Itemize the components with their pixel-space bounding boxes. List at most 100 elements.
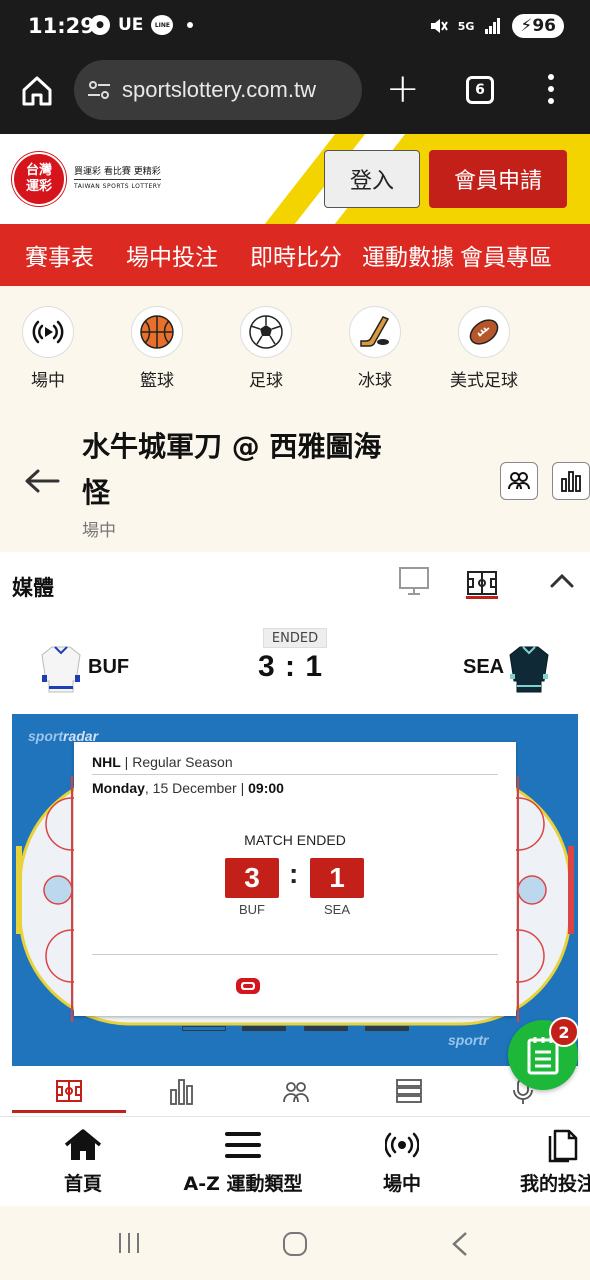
network-label: 5G: [457, 19, 475, 33]
match-tracker-widget[interactable]: sportradar sportr NHL | Regular Season M…: [12, 714, 578, 1066]
stats-button[interactable]: [552, 462, 590, 500]
recent-apps-icon[interactable]: [116, 1230, 142, 1256]
replay-icon[interactable]: [235, 977, 261, 995]
match-time: 09:00: [248, 780, 284, 796]
bottom-nav-label: 我的投注: [520, 1173, 590, 1195]
system-back-icon[interactable]: [448, 1230, 472, 1258]
home-icon: [64, 1129, 102, 1160]
sport-label: 場中: [31, 371, 65, 391]
new-tab-icon[interactable]: +: [386, 69, 420, 109]
season-type: Regular Season: [132, 754, 233, 770]
match-day: Monday: [92, 780, 145, 796]
media-panel: 媒體 ENDED BUF 3 : 1 SEA sportradar sportr…: [0, 552, 590, 1116]
carousel-page-3[interactable]: [304, 1026, 348, 1031]
signal-icon: [485, 18, 501, 34]
tracker-tabs: [0, 1066, 590, 1116]
collapse-chevron-icon[interactable]: [548, 570, 576, 590]
logo-slogan: 買運彩 看比賽 更精彩: [74, 167, 161, 177]
basketball-icon: [131, 306, 183, 358]
match-summary-card: NHL | Regular Season Monday, 15 December…: [74, 742, 516, 1016]
monitor-icon[interactable]: [398, 566, 430, 596]
sport-american-football[interactable]: 美式足球: [439, 306, 529, 391]
bottom-nav-live[interactable]: 場中: [380, 1127, 424, 1196]
nav-item-member[interactable]: 會員專區: [460, 238, 552, 272]
mute-icon: [430, 19, 448, 33]
match-date: 15 December: [152, 780, 237, 796]
carrier-label: UE: [118, 15, 144, 35]
american-football-icon: [458, 306, 510, 358]
logo-english: TAIWAN SPORTS LOTTERY: [74, 179, 162, 193]
tab-count: 6: [475, 82, 485, 98]
home-icon[interactable]: [20, 74, 54, 108]
card-divider: [92, 954, 498, 955]
login-button[interactable]: 登入: [324, 150, 420, 208]
logo-text: 台灣運彩: [25, 163, 52, 194]
home-team-abbr: BUF: [88, 656, 130, 678]
menu-icon: [225, 1132, 261, 1158]
people-icon: [508, 472, 530, 490]
main-nav: 賽事表 場中投注 即時比分 運動數據 會員專區: [0, 224, 590, 286]
site-logo[interactable]: 台灣運彩: [12, 152, 66, 206]
status-right: 5G ⚡96: [428, 14, 564, 38]
event-title: 水牛城軍刀 @ 西雅圖海怪: [82, 430, 382, 509]
league-row: NHL | Regular Season: [92, 754, 498, 775]
active-tab-indicator: [12, 1110, 126, 1113]
sport-label: 美式足球: [450, 371, 518, 391]
nav-item-schedule[interactable]: 賽事表: [25, 238, 94, 272]
live-broadcast-icon: [385, 1132, 419, 1158]
score-separator: :: [289, 858, 299, 889]
sport-basketball[interactable]: 籃球: [112, 306, 202, 391]
tab-field-icon[interactable]: [54, 1076, 84, 1106]
date-row: Monday, 15 December | 09:00: [92, 780, 284, 796]
bottom-nav-label: A-Z 運動類型: [183, 1173, 303, 1195]
status-notifications: ● UE LINE: [90, 15, 194, 35]
tab-lineups-icon[interactable]: [281, 1076, 311, 1106]
more-menu-icon[interactable]: [546, 74, 558, 108]
active-view-indicator: [466, 596, 498, 599]
address-bar[interactable]: sportslottery.com.tw: [74, 60, 362, 120]
bottom-nav-home[interactable]: 首頁: [58, 1127, 108, 1196]
sport-hockey[interactable]: 冰球: [330, 306, 420, 391]
hockey-icon: [349, 306, 401, 358]
sport-label: 冰球: [358, 371, 392, 391]
carousel-page-1[interactable]: [182, 1026, 226, 1031]
nav-item-live-betting[interactable]: 場中投注: [126, 238, 218, 272]
tab-stats-icon[interactable]: [167, 1076, 197, 1106]
away-team-abbr: SEA: [463, 656, 505, 678]
soccer-icon: [240, 306, 292, 358]
bottom-nav-sports-az[interactable]: A-Z 運動類型: [180, 1127, 306, 1196]
system-nav-bar: [0, 1206, 590, 1280]
lineups-button[interactable]: [500, 462, 538, 500]
system-home-icon[interactable]: [281, 1230, 309, 1258]
nav-item-sports-data[interactable]: 運動數據: [362, 238, 454, 272]
away-score-box: 1: [310, 858, 364, 898]
field-tracker-icon[interactable]: [466, 566, 498, 600]
sport-label: 足球: [249, 371, 283, 391]
battery-level: 96: [532, 16, 556, 36]
site-header: 台灣運彩 買運彩 看比賽 更精彩 TAIWAN SPORTS LOTTERY 登…: [0, 134, 590, 224]
tab-switcher-button[interactable]: 6: [466, 76, 494, 104]
sport-soccer[interactable]: 足球: [221, 306, 311, 391]
match-status-badge: ENDED: [263, 628, 327, 648]
sport-live[interactable]: 場中: [3, 306, 93, 391]
nav-item-live-scores[interactable]: 即時比分: [250, 238, 342, 272]
bottom-nav-my-bets[interactable]: 我的投注: [520, 1127, 590, 1196]
status-bar: 11:29 ● UE LINE 5G ⚡96: [0, 0, 590, 56]
league-name: NHL: [92, 754, 121, 770]
more-notifications-dot: [187, 22, 194, 28]
sport-label: 籃球: [140, 371, 174, 391]
home-jersey-icon: [41, 646, 81, 693]
match-status-text: MATCH ENDED: [244, 832, 346, 848]
battery-indicator: ⚡96: [512, 14, 564, 38]
carousel-page-2[interactable]: [242, 1026, 286, 1031]
home-score-box: 3: [225, 858, 279, 898]
tab-list-icon[interactable]: [394, 1076, 424, 1106]
browser-toolbar: sportslottery.com.tw + 6: [0, 56, 590, 134]
url-text: sportslottery.com.tw: [122, 77, 316, 102]
site-settings-icon[interactable]: [86, 77, 112, 103]
carousel-page-4[interactable]: [365, 1026, 409, 1031]
sport-category-bar: 場中 籃球 足球 冰球 美式足球: [0, 306, 590, 396]
back-arrow-icon[interactable]: [22, 466, 62, 496]
live-icon: [22, 306, 74, 358]
register-button[interactable]: 會員申請: [429, 150, 567, 208]
